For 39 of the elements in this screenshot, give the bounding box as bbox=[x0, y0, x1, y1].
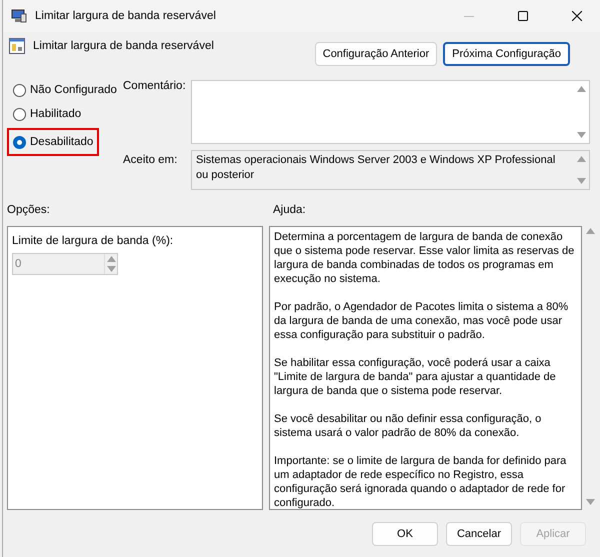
radio-label: Não Configurado bbox=[30, 84, 117, 96]
comment-label: Comentário: bbox=[123, 80, 187, 94]
help-paragraph: Importante: se o limite de largura de banda for definido para um adaptador de rede específico no Registro, essa configuração será ignorada quando o adaptador de rede for configurado. bbox=[274, 454, 568, 510]
scroll-down-icon[interactable] bbox=[586, 499, 594, 505]
next-setting-button[interactable]: Próxima Configuração bbox=[443, 42, 570, 66]
policy-setting-icon bbox=[9, 38, 25, 54]
scroll-down-icon[interactable] bbox=[576, 178, 586, 184]
help-paragraph: Por padrão, o Agendador de Pacotes limita o sistema a 80% da largura de banda de uma conexão, mas você pode usar essa configuração para substituir o padrão. bbox=[274, 300, 570, 342]
scroll-up-icon[interactable] bbox=[586, 228, 594, 234]
radio-button[interactable] bbox=[13, 84, 26, 96]
radio-label: Habilitado bbox=[30, 108, 82, 120]
radio-button[interactable] bbox=[13, 136, 26, 148]
radio-button[interactable] bbox=[13, 108, 26, 120]
radio-option[interactable]: Não Configurado bbox=[7, 80, 123, 100]
spin-up-icon[interactable] bbox=[106, 256, 116, 262]
radio-label: Desabilitado bbox=[30, 136, 94, 148]
options-label: Opções: bbox=[7, 204, 51, 218]
help-paragraph: Se habilitar essa configuração, você poderá usar a caixa "Limite de largura de banda" para ajustar a quantidade de largura de banda que o sistema pode reservar. bbox=[274, 356, 557, 398]
supported-on-label: Aceito em: bbox=[123, 154, 178, 166]
setting-title: Limitar largura de banda reservável bbox=[33, 40, 215, 52]
scroll-up-icon[interactable] bbox=[576, 86, 586, 92]
comment-field[interactable] bbox=[191, 80, 590, 144]
scroll-up-icon[interactable] bbox=[576, 156, 586, 162]
scroll-down-icon[interactable] bbox=[576, 132, 586, 138]
supported-on-text: Sistemas operacionais Windows Server 2003 e Windows XP Professional ou posterior bbox=[195, 153, 556, 183]
spin-down-icon[interactable] bbox=[106, 266, 116, 272]
close-icon bbox=[572, 11, 582, 21]
radio-option[interactable]: Desabilitado bbox=[7, 128, 100, 156]
maximize-icon bbox=[518, 11, 528, 21]
help-paragraph: Se você desabilitar ou não definir essa configuração, o sistema usará o valor padrão de 80% da conexão. bbox=[274, 412, 542, 440]
cancel-button[interactable]: Cancelar bbox=[446, 522, 512, 546]
field-label: Limite de largura de banda (%): bbox=[12, 235, 174, 247]
radio-option[interactable]: Habilitado bbox=[7, 104, 88, 124]
computer-icon bbox=[11, 9, 27, 23]
window-title: Limitar largura de banda reservável bbox=[35, 10, 217, 22]
previous-setting-button[interactable]: Configuração Anterior bbox=[314, 42, 438, 66]
help-label: Ajuda: bbox=[273, 204, 306, 218]
ok-button[interactable]: OK bbox=[372, 522, 438, 546]
help-paragraph: Determina a porcentagem de largura de banda de conexão que o sistema pode reservar. Esse valor limita as reservas de largura de banda combinadas de todos os programas em execução no sistema. bbox=[274, 230, 576, 286]
